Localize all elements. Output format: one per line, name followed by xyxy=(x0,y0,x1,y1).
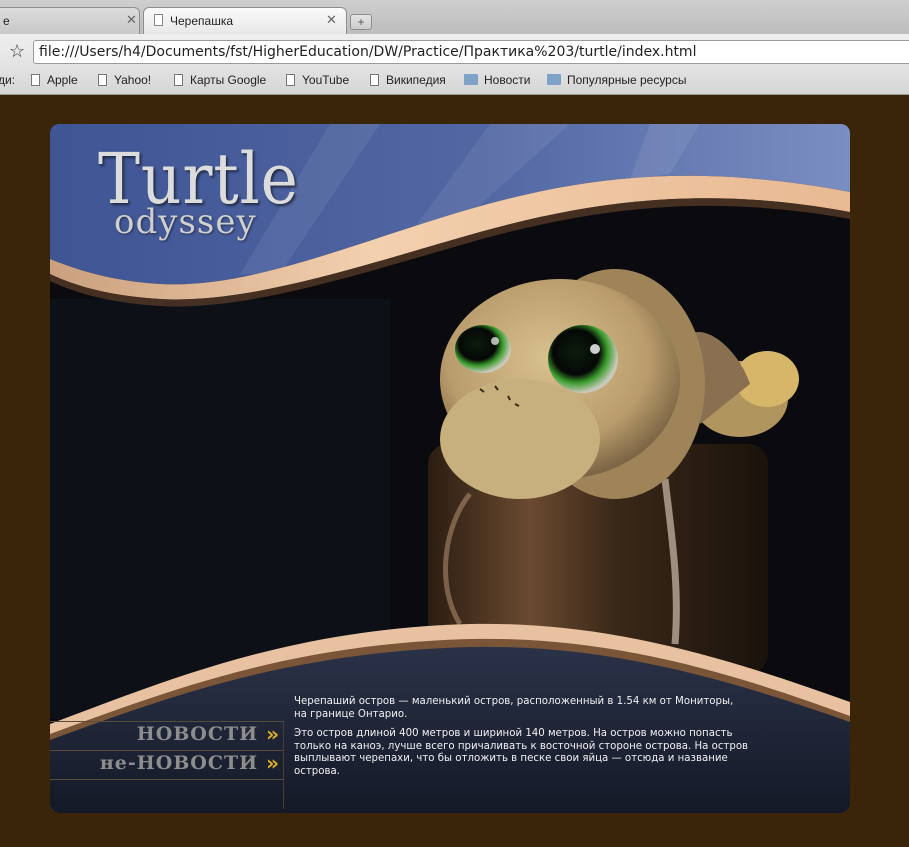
doc-icon xyxy=(98,74,107,86)
doc-icon xyxy=(286,74,295,86)
address-url[interactable]: file:///Users/h4/Documents/fst/HigherEdu… xyxy=(39,44,696,60)
bookmark-star-icon[interactable]: ☆ xyxy=(9,41,25,62)
site-container: Turtle odyssey НОВОСТИ» не-НОВОСТИ» Чере… xyxy=(50,124,850,813)
bookmarks-bar: ди: Apple Yahoo! Карты Google YouTube Ви… xyxy=(0,68,909,93)
logo-odyssey-text: odyssey xyxy=(114,202,257,242)
tab-current[interactable]: Черепашка ✕ xyxy=(143,7,347,34)
tab-strip: е ✕ Черепашка ✕ + xyxy=(0,0,909,34)
nav-item-non-news[interactable]: не-НОВОСТИ » xyxy=(50,751,282,779)
tab-current-label: Черепашка xyxy=(170,14,234,28)
bookmark-yahoo[interactable]: Yahoo! xyxy=(98,73,151,87)
double-chevron-icon: » xyxy=(266,751,280,775)
folder-icon xyxy=(547,74,561,85)
tab-close-icon[interactable]: ✕ xyxy=(326,12,337,28)
folder-icon xyxy=(464,74,478,85)
tab-previous[interactable]: е ✕ xyxy=(0,7,140,34)
bookmark-folder-news[interactable]: Новости xyxy=(464,73,530,87)
content-divider xyxy=(283,722,284,809)
bookmark-google-maps[interactable]: Карты Google xyxy=(174,73,266,87)
tab-previous-label: е xyxy=(3,14,10,28)
double-chevron-icon: » xyxy=(266,722,280,746)
nav-item-news[interactable]: НОВОСТИ » xyxy=(50,722,282,750)
bookmark-wikipedia[interactable]: Википедия xyxy=(370,73,446,87)
new-tab-button[interactable]: + xyxy=(350,14,372,30)
browser-chrome: е ✕ Черепашка ✕ + ☆ file:///Users/h4/Doc… xyxy=(0,0,909,95)
tab-close-icon[interactable]: ✕ xyxy=(126,12,137,28)
nav-item-non-news-label: не-НОВОСТИ xyxy=(99,752,259,774)
bookmark-apple[interactable]: Apple xyxy=(31,73,78,87)
content-paragraph-1: Черепаший остров — маленький остров, рас… xyxy=(294,696,734,720)
content-paragraph-2: Это остров длиной 400 метров и шириной 1… xyxy=(294,728,749,777)
page-icon xyxy=(154,14,163,26)
bookmark-youtube[interactable]: YouTube xyxy=(286,73,349,87)
doc-icon xyxy=(370,74,379,86)
toolbar: ☆ file:///Users/h4/Documents/fst/HigherE… xyxy=(0,34,909,68)
nav-divider xyxy=(50,779,284,780)
nav-item-news-label: НОВОСТИ xyxy=(136,723,259,745)
doc-icon xyxy=(31,74,40,86)
main-content: Черепаший остров — маленький остров, рас… xyxy=(294,696,764,785)
address-bar[interactable]: file:///Users/h4/Documents/fst/HigherEdu… xyxy=(33,40,909,64)
bookmark-folder-popular[interactable]: Популярные ресурсы xyxy=(547,73,686,87)
bookmarks-prefix: ди: xyxy=(0,73,16,87)
doc-icon xyxy=(174,74,183,86)
